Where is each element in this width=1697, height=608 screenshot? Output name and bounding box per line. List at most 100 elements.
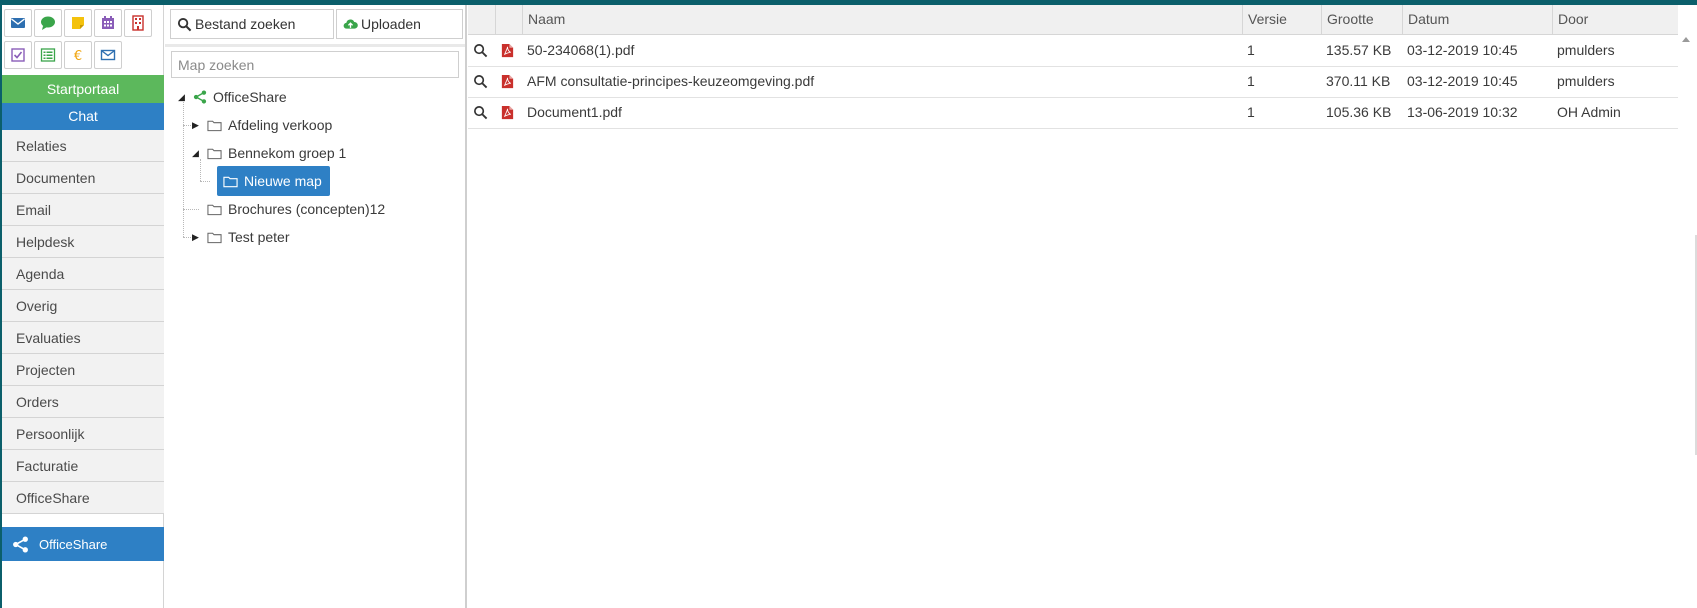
header-grootte[interactable]: Grootte [1321,5,1402,34]
pdf-file-icon [501,105,514,120]
cell-by: pmulders [1557,73,1615,89]
cell-version: 1 [1247,104,1255,120]
cloud-upload-icon [343,18,358,29]
folder-icon [207,148,222,159]
nav-item-documenten[interactable]: Documenten [2,162,164,194]
cell-date: 03-12-2019 10:45 [1407,73,1518,89]
tree-node-bennekom-groep-1[interactable]: Bennekom groep 1 [207,141,346,165]
nav-item-evaluaties[interactable]: Evaluaties [2,322,164,354]
cell-by: pmulders [1557,42,1615,58]
folder-tree: ◢ OfficeShare ▶ Afdeling verkoop ◢ Benne… [165,83,465,343]
expand-toggle-icon[interactable]: ▶ [192,121,200,130]
svg-text:€: € [74,49,82,63]
tree-line [183,209,199,210]
cell-date: 03-12-2019 10:45 [1407,42,1518,58]
magnifier-icon[interactable] [473,105,488,120]
tree-node-label: Bennekom groep 1 [228,145,347,161]
euro-icon[interactable]: € [64,41,92,69]
grid-scrollbar[interactable] [1678,35,1697,608]
share-icon [13,536,28,552]
building-icon[interactable] [124,9,152,37]
pdf-file-icon [501,43,514,58]
header-naam[interactable]: Naam [522,5,1242,34]
panel-divider [165,44,465,47]
header-door[interactable]: Door [1552,5,1678,34]
header-datum[interactable]: Datum [1402,5,1552,34]
cell-version: 1 [1247,42,1255,58]
tree-line [200,181,210,182]
search-file-label: Bestand zoeken [195,16,296,32]
cell-size: 135.57 KB [1326,42,1392,58]
list-icon[interactable] [34,41,62,69]
nav-item-persoonlijk[interactable]: Persoonlijk [2,418,164,450]
tree-node-label: Nieuwe map [244,173,322,189]
search-icon [177,17,192,31]
collapse-toggle-icon[interactable]: ◢ [192,149,200,158]
tree-node-officeshare[interactable]: OfficeShare [193,85,287,109]
tree-node-afdeling-verkoop[interactable]: Afdeling verkoop [207,113,332,137]
share-icon [193,90,207,104]
tree-line [200,159,201,181]
upload-button[interactable]: Uploaden [336,9,463,39]
tree-node-test-peter[interactable]: Test peter [207,225,289,249]
nav-item-overig[interactable]: Overig [2,290,164,322]
upload-label: Uploaden [361,16,421,32]
chat-button[interactable]: Chat [2,103,164,130]
nav-item-facturatie[interactable]: Facturatie [2,450,164,482]
nav-active-label: OfficeShare [39,536,108,552]
cell-date: 13-06-2019 10:32 [1407,104,1518,120]
nav-active-officeshare[interactable]: OfficeShare [2,527,164,561]
tree-node-label: OfficeShare [213,89,287,105]
collapse-toggle-icon[interactable]: ◢ [178,93,186,102]
folder-panel: Bestand zoeken Uploaden ◢ OfficeShare ▶ … [165,5,467,608]
header-preview-col [468,5,495,34]
folder-icon [207,232,222,243]
quick-icons: € [4,9,164,75]
cell-name[interactable]: AFM consultatie-principes-keuzeomgeving.… [527,66,814,97]
cell-size: 370.11 KB [1326,73,1391,89]
nav-item-relaties[interactable]: Relaties [2,130,164,162]
map-search-input[interactable] [171,51,459,78]
folder-icon [207,204,222,215]
calendar-icon[interactable] [94,9,122,37]
tree-node-nieuwe-map[interactable]: Nieuwe map [217,166,330,196]
left-navigation: € Startportaal Chat Relaties Documenten … [2,5,164,608]
expand-toggle-icon[interactable]: ▶ [192,233,200,242]
cell-version: 1 [1247,73,1255,89]
tree-node-brochures[interactable]: Brochures (concepten)12 [207,197,385,221]
search-file-button[interactable]: Bestand zoeken [170,9,334,39]
file-grid: Naam Versie Grootte Datum Door 50-234068… [468,5,1678,608]
sticky-note-icon[interactable] [64,9,92,37]
tree-node-label: Brochures (concepten)12 [228,201,386,217]
cell-size: 105.36 KB [1326,104,1392,120]
nav-item-helpdesk[interactable]: Helpdesk [2,226,164,258]
folder-icon [223,176,238,187]
header-type-col [495,5,522,34]
tree-line [183,99,184,237]
magnifier-icon[interactable] [473,74,488,89]
tree-node-label: Test peter [228,229,290,245]
nav-list: Relaties Documenten Email Helpdesk Agend… [2,130,164,514]
tree-node-label: Afdeling verkoop [228,117,333,133]
table-row[interactable]: Document1.pdf 1 105.36 KB 13-06-2019 10:… [468,97,1678,129]
magnifier-icon[interactable] [473,43,488,58]
table-row[interactable]: 50-234068(1).pdf 1 135.57 KB 03-12-2019 … [468,35,1678,67]
envelope-icon[interactable] [4,9,32,37]
cell-name[interactable]: 50-234068(1).pdf [527,35,634,66]
checkbox-icon[interactable] [4,41,32,69]
nav-item-email[interactable]: Email [2,194,164,226]
startportaal-button[interactable]: Startportaal [2,75,164,103]
scroll-up-icon[interactable] [1682,37,1690,42]
mail-outline-icon[interactable] [94,41,122,69]
nav-item-projecten[interactable]: Projecten [2,354,164,386]
cell-by: OH Admin [1557,104,1621,120]
nav-item-officeshare[interactable]: OfficeShare [2,482,164,514]
table-row[interactable]: AFM consultatie-principes-keuzeomgeving.… [468,66,1678,98]
cell-name[interactable]: Document1.pdf [527,97,622,128]
nav-item-agenda[interactable]: Agenda [2,258,164,290]
pdf-file-icon [501,74,514,89]
folder-icon [207,120,222,131]
header-versie[interactable]: Versie [1242,5,1321,34]
chat-bubble-icon[interactable] [34,9,62,37]
nav-item-orders[interactable]: Orders [2,386,164,418]
